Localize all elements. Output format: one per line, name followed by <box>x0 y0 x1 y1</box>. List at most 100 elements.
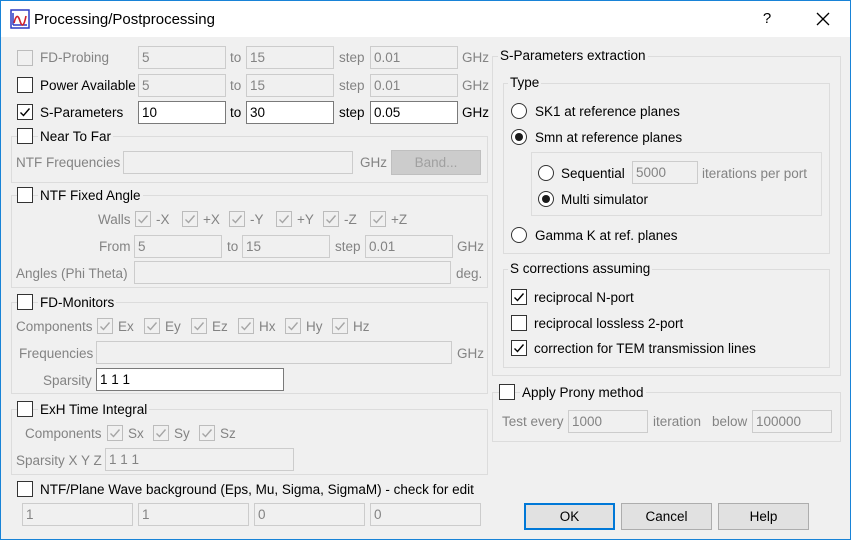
ntf-plane-wave-label: NTF/Plane Wave background (Eps, Mu, Sigm… <box>40 482 474 497</box>
wall-checkbox-3[interactable] <box>276 211 292 227</box>
extraction-title: S-Parameters extraction <box>498 48 648 64</box>
ntf-from-input[interactable]: 5 <box>134 235 222 258</box>
sequential-radio[interactable] <box>538 165 554 181</box>
ntf-sigma-input[interactable]: 0 <box>254 503 365 526</box>
check-icon <box>185 215 196 224</box>
fd-component-checkbox-2[interactable] <box>191 318 207 334</box>
wall-checkbox-5[interactable] <box>370 211 386 227</box>
check-icon <box>138 215 149 224</box>
fd-sparsity-label: Sparsity <box>43 373 92 388</box>
close-icon[interactable] <box>807 5 839 33</box>
processing-dialog: Processing/Postprocessing ? FD-Probing 5… <box>0 0 851 540</box>
wall-checkbox-2[interactable] <box>229 211 245 227</box>
s-parameters-step-label: step <box>339 105 365 120</box>
prony-label: Apply Prony method <box>520 385 646 401</box>
help-question-icon[interactable]: ? <box>753 5 781 33</box>
exh-sparsity-input[interactable]: 1 1 1 <box>105 448 294 471</box>
fd-probing-unit: GHz <box>462 50 489 65</box>
fd-probing-label: FD-Probing <box>40 50 110 65</box>
wall-label-4: -Z <box>344 212 357 227</box>
correction-label-1: reciprocal lossless 2-port <box>534 315 684 331</box>
ntf-frequencies-unit: GHz <box>360 155 387 170</box>
correction-checkbox-2[interactable] <box>511 340 527 356</box>
smn-radio[interactable] <box>511 129 527 145</box>
ok-button[interactable]: OK <box>524 503 615 530</box>
fd-component-label-3: Hx <box>259 319 276 334</box>
fd-probing-checkbox[interactable] <box>17 50 33 66</box>
sk1-radio[interactable] <box>511 103 527 119</box>
s-parameters-unit: GHz <box>462 105 489 120</box>
ntf-step-unit: GHz <box>457 239 484 254</box>
fd-component-checkbox-0[interactable] <box>97 318 113 334</box>
s-parameters-from-input[interactable]: 10 <box>138 101 226 124</box>
s-parameters-to-input[interactable]: 30 <box>246 101 334 124</box>
fd-probing-to-input[interactable]: 15 <box>246 46 334 69</box>
check-icon <box>100 322 111 331</box>
prony-checkbox[interactable] <box>499 384 515 400</box>
wall-checkbox-0[interactable] <box>135 211 151 227</box>
help-button[interactable]: Help <box>718 503 809 530</box>
correction-label-0: reciprocal N-port <box>534 290 634 305</box>
check-icon <box>373 215 384 224</box>
ntf-fixed-angle-checkbox[interactable] <box>17 187 33 203</box>
ntf-to-input[interactable]: 15 <box>242 235 330 258</box>
check-icon <box>194 322 205 331</box>
correction-checkbox-0[interactable] <box>511 289 527 305</box>
power-available-checkbox[interactable] <box>17 77 33 93</box>
ntf-step-input[interactable]: 0.01 <box>365 235 453 258</box>
test-every-input[interactable]: 1000 <box>568 410 648 433</box>
ntf-eps-input[interactable]: 1 <box>22 503 133 526</box>
s-parameters-checkbox[interactable] <box>17 104 33 120</box>
fd-probing-step-input[interactable]: 0.01 <box>370 46 458 69</box>
s-parameters-to-label: to <box>230 105 242 120</box>
s-parameters-step-input[interactable]: 0.05 <box>370 101 458 124</box>
fd-probing-from-input[interactable]: 5 <box>138 46 226 69</box>
cancel-button[interactable]: Cancel <box>621 503 712 530</box>
fd-monitors-label: FD-Monitors <box>38 295 117 311</box>
gamma-label: Gamma K at ref. planes <box>535 228 678 243</box>
exh-component-label-0: Sx <box>128 426 144 441</box>
window-title: Processing/Postprocessing <box>34 11 215 28</box>
gamma-radio[interactable] <box>511 227 527 243</box>
ntf-sigmam-input[interactable]: 0 <box>370 503 481 526</box>
check-icon <box>147 322 158 331</box>
iterations-per-port-label: iterations per port <box>702 166 808 181</box>
fd-component-checkbox-5[interactable] <box>332 318 348 334</box>
exh-component-checkbox-0[interactable] <box>107 425 123 441</box>
fd-sparsity-input[interactable]: 1 1 1 <box>96 368 284 391</box>
fd-component-checkbox-1[interactable] <box>144 318 160 334</box>
multi-simulator-label: Multi simulator <box>561 192 649 207</box>
exh-component-checkbox-2[interactable] <box>199 425 215 441</box>
power-available-step-input[interactable]: 0.01 <box>370 74 458 97</box>
ntf-frequencies-input[interactable] <box>123 151 353 174</box>
exh-component-label-2: Sz <box>220 426 236 441</box>
exh-time-integral-checkbox[interactable] <box>17 401 33 417</box>
ntf-from-label: From <box>99 239 131 254</box>
ntf-mu-input[interactable]: 1 <box>138 503 249 526</box>
fd-monitors-checkbox[interactable] <box>17 294 33 310</box>
angles-input[interactable] <box>134 261 451 284</box>
walls-label: Walls <box>98 212 131 227</box>
below-input[interactable]: 100000 <box>752 410 832 433</box>
power-available-unit: GHz <box>462 78 489 93</box>
multi-simulator-radio[interactable] <box>538 191 554 207</box>
fd-frequencies-input[interactable] <box>96 341 452 364</box>
fd-component-checkbox-3[interactable] <box>238 318 254 334</box>
check-icon <box>279 215 290 224</box>
exh-component-checkbox-1[interactable] <box>153 425 169 441</box>
fd-component-checkbox-4[interactable] <box>285 318 301 334</box>
ntf-plane-wave-checkbox[interactable] <box>17 481 33 497</box>
wall-checkbox-1[interactable] <box>182 211 198 227</box>
wall-checkbox-4[interactable] <box>323 211 339 227</box>
smn-label: Smn at reference planes <box>535 130 683 145</box>
check-icon <box>241 322 252 331</box>
sequential-iterations-input[interactable]: 5000 <box>632 161 698 184</box>
correction-checkbox-1[interactable] <box>511 314 527 331</box>
check-icon <box>20 108 31 117</box>
band-button[interactable]: Band... <box>391 150 481 175</box>
s-parameters-label: S-Parameters <box>40 105 124 120</box>
power-available-to-input[interactable]: 15 <box>246 74 334 97</box>
exh-components-label: Components <box>25 426 102 441</box>
power-available-from-input[interactable]: 5 <box>138 74 226 97</box>
near-to-far-checkbox[interactable] <box>17 128 33 144</box>
